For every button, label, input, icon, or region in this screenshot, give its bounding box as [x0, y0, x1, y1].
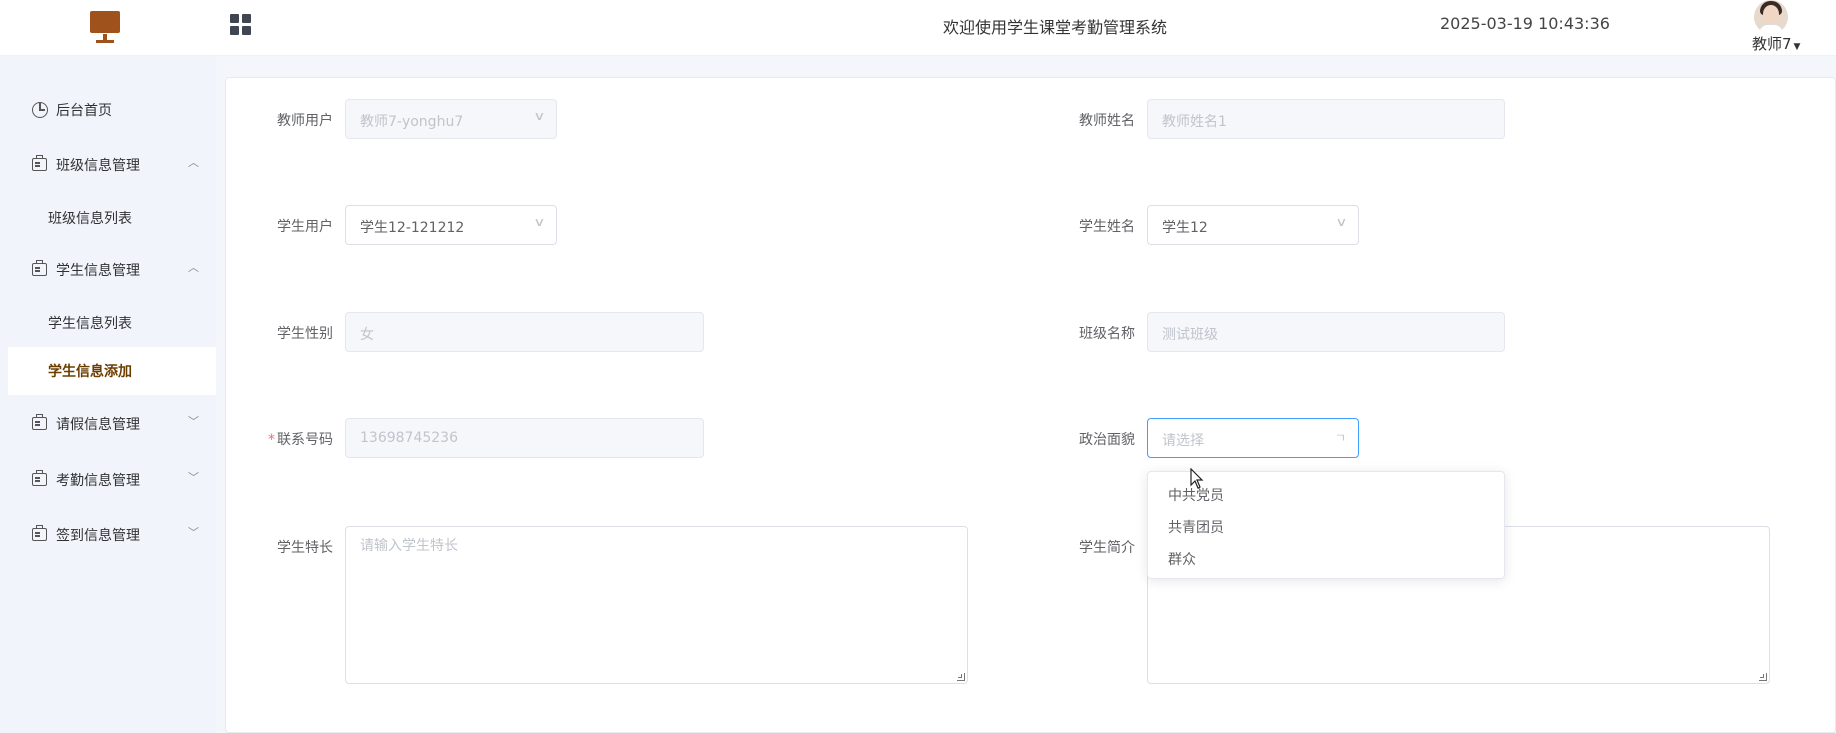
student-name-value: 学生12 [1162, 220, 1208, 236]
sidebar-item-class-management[interactable]: 班级信息管理 ︿ [8, 141, 216, 189]
teacher-name-label: 教师姓名 [1079, 113, 1135, 129]
intro-label: 学生简介 [1079, 540, 1135, 556]
sidebar-item-label: 后台首页 [56, 103, 112, 119]
sidebar-subitem-label: 班级信息列表 [48, 211, 132, 227]
sidebar-item-label: 签到信息管理 [56, 528, 140, 544]
list-icon [32, 260, 47, 276]
sidebar-subitem-student-add[interactable]: 学生信息添加 [8, 347, 216, 395]
chevron-down-icon: ∨ [533, 109, 546, 123]
option-label: 群众 [1168, 552, 1196, 568]
dashboard-icon [32, 102, 48, 118]
option-label: 共青团员 [1168, 520, 1224, 536]
chevron-up-icon: ︿ [188, 261, 199, 274]
list-icon [32, 155, 47, 171]
student-gender-value: 女 [360, 327, 374, 343]
phone-input: 13698745236 [345, 418, 704, 458]
teacher-user-value: 教师7-yonghu7 [360, 114, 464, 130]
chevron-up-icon: ︿ [188, 156, 199, 169]
phone-value: 13698745236 [360, 430, 458, 446]
page-title: 欢迎使用学生课堂考勤管理系统 [942, 18, 1167, 37]
top-header: 欢迎使用学生课堂考勤管理系统 2025-03-19 10:43:36 教师7 ▼ [0, 0, 1836, 56]
sidebar-item-label: 学生信息管理 [56, 263, 140, 279]
class-name-input: 测试班级 [1147, 312, 1505, 352]
student-user-label: 学生用户 [277, 219, 333, 235]
teacher-name-value: 教师姓名1 [1162, 114, 1227, 130]
chevron-up-icon: ㄱ [1334, 431, 1346, 445]
chevron-down-icon: ﹀ [188, 415, 199, 428]
specialty-label: 学生特长 [277, 540, 333, 556]
sidebar: 后台首页 班级信息管理 ︿ 班级信息列表 学生信息管理 ︿ 学生信息列表 学生信… [8, 64, 216, 733]
student-gender-input: 女 [345, 312, 704, 352]
class-name-label: 班级名称 [1079, 326, 1135, 342]
sidebar-item-label: 请假信息管理 [56, 417, 140, 433]
student-user-select[interactable]: 学生12-121212 ∨ [345, 205, 557, 245]
sidebar-item-leave-management[interactable]: 请假信息管理 ﹀ [8, 400, 216, 448]
list-icon [32, 414, 47, 430]
student-name-label: 学生姓名 [1079, 219, 1135, 235]
resize-handle-icon[interactable] [957, 673, 965, 681]
chevron-down-icon: ∨ [533, 215, 546, 229]
sidebar-subitem-class-list[interactable]: 班级信息列表 [8, 194, 216, 242]
chevron-down-icon: ﹀ [188, 526, 199, 539]
sidebar-subitem-student-list[interactable]: 学生信息列表 [8, 299, 216, 347]
dropdown-option[interactable]: 共青团员 [1148, 510, 1506, 542]
class-name-value: 测试班级 [1162, 327, 1218, 343]
resize-handle-icon[interactable] [1759, 673, 1767, 681]
required-mark: * [268, 432, 275, 448]
datetime: 2025-03-19 10:43:36 [1440, 14, 1610, 33]
teacher-user-label: 教师用户 [277, 113, 333, 129]
phone-label: * 联系号码 [253, 429, 333, 449]
sidebar-item-checkin-management[interactable]: 签到信息管理 ﹀ [8, 511, 216, 559]
user-menu[interactable]: 教师7 ▼ [1752, 33, 1800, 54]
grid-icon[interactable] [230, 14, 251, 35]
teacher-name-input: 教师姓名1 [1147, 99, 1505, 139]
student-gender-label: 学生性别 [277, 326, 333, 342]
list-icon [32, 525, 47, 541]
sidebar-item-home[interactable]: 后台首页 [8, 86, 216, 134]
list-icon [32, 470, 47, 486]
teacher-user-select: 教师7-yonghu7 ∨ [345, 99, 557, 139]
sidebar-item-attendance-management[interactable]: 考勤信息管理 ﹀ [8, 456, 216, 504]
sidebar-subitem-label: 学生信息列表 [48, 316, 132, 332]
student-name-select[interactable]: 学生12 ∨ [1147, 205, 1359, 245]
dropdown-option[interactable]: 群众 [1148, 542, 1506, 574]
sidebar-subitem-label: 学生信息添加 [48, 364, 132, 380]
user-name: 教师7 [1752, 35, 1792, 53]
chevron-down-icon: ﹀ [188, 471, 199, 484]
specialty-placeholder: 请输入学生特长 [360, 538, 458, 554]
sidebar-item-label: 班级信息管理 [56, 158, 140, 174]
specialty-textarea[interactable]: 请输入学生特长 [345, 526, 968, 684]
caret-down-icon: ▼ [1793, 42, 1801, 52]
sidebar-item-label: 考勤信息管理 [56, 473, 140, 489]
political-select[interactable]: 请选择 ㄱ [1147, 418, 1359, 458]
chevron-down-icon: ∨ [1335, 215, 1348, 229]
monitor-icon [88, 9, 122, 43]
student-user-value: 学生12-121212 [360, 220, 465, 236]
avatar[interactable] [1754, 0, 1788, 34]
phone-label-text: 联系号码 [277, 432, 333, 448]
political-label: 政治面貌 [1079, 432, 1135, 448]
sidebar-item-student-management[interactable]: 学生信息管理 ︿ [8, 246, 216, 294]
political-placeholder: 请选择 [1162, 433, 1204, 449]
